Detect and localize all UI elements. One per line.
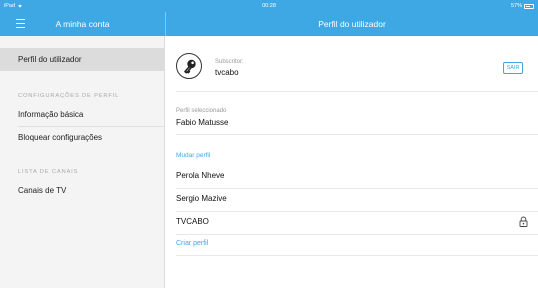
divider [176,91,538,92]
divider [176,234,538,235]
subscriber-avatar [176,53,202,79]
sidebar-item-basic-info[interactable]: Informação básica [0,103,165,126]
sidebar-item-lock-settings[interactable]: Bloquear configurações [0,126,165,149]
change-profile-label: Mudar perfil [176,152,211,159]
main-content: Subscritor: tvcabo SAIR Perfil seleccion… [166,36,538,288]
subscriber-label: Subscritor: [215,59,244,65]
battery-icon [524,3,534,9]
lock-icon [519,216,528,227]
sidebar: Perfil do utilizador CONFIGURAÇÕES DE PE… [0,36,165,288]
logout-button[interactable]: SAIR [503,62,523,74]
sidebar-item-label: Perfil do utilizador [18,55,82,64]
sidebar-item-label: Bloquear configurações [18,133,103,142]
sidebar-item-user-profile[interactable]: Perfil do utilizador [0,48,165,71]
sidebar-item-label: Canais de TV [18,186,67,195]
sidebar-item-tv-channels[interactable]: Canais de TV [0,179,165,202]
profile-row-perola-nheve[interactable]: Perola Nheve [166,166,538,188]
sidebar-item-label: Informação básica [18,110,84,119]
profile-name: Sergio Mazive [176,194,227,203]
profile-name: Perola Nheve [176,171,225,180]
page-title: Perfil do utilizador [318,19,386,29]
battery-indicator: 57% [511,3,534,9]
section-header-profile-settings: CONFIGURAÇÕES DE PERFIL [18,93,120,99]
selected-profile-value: Fabio Matusse [176,118,229,127]
profile-name: TVCABO [176,217,209,226]
section-header-channel-list: LISTA DE CANAIS [18,169,79,175]
battery-percentage: 57% [510,3,522,9]
profile-row-sergio-mazive[interactable]: Sergio Mazive [166,189,538,211]
key-icon [184,59,196,74]
status-bar: iPad 00:28 57% [0,0,538,12]
divider [176,255,538,256]
divider [176,134,538,135]
selected-profile-label: Perfil seleccionado [176,108,227,114]
subscriber-value: tvcabo [215,68,239,77]
navigation-bar: A minha conta Perfil do utilizador [0,12,538,36]
account-title: A minha conta [55,19,110,29]
profile-row-tvcabo[interactable]: TVCABO [166,212,538,234]
status-time: 00:28 [262,3,276,9]
create-profile-link[interactable]: Criar perfil [176,240,208,247]
